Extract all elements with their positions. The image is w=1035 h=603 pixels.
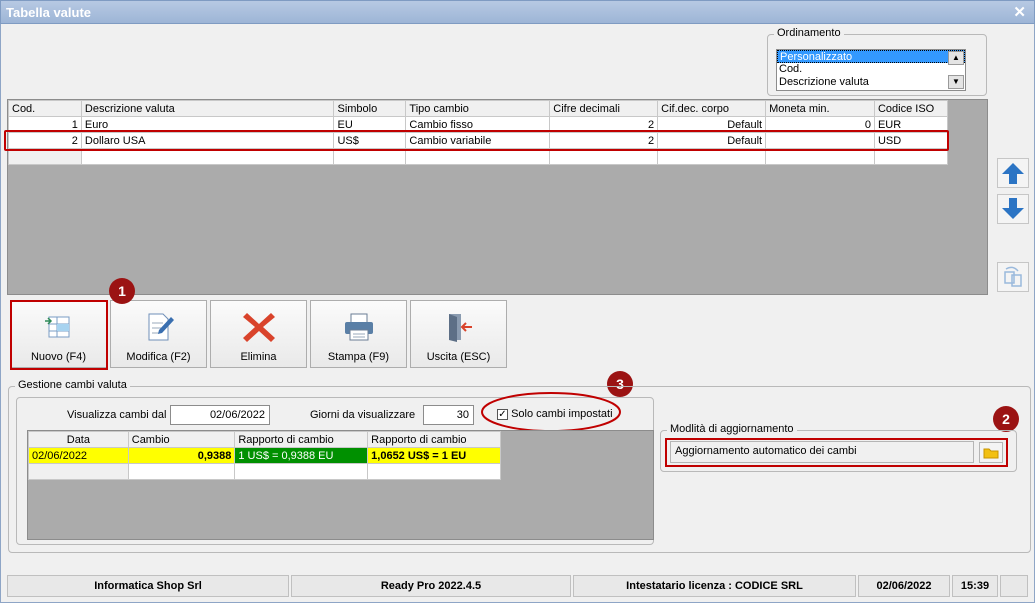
move-down-button[interactable]	[997, 194, 1029, 224]
only-set-highlight-ellipse	[481, 392, 621, 432]
ordering-option-descrizione[interactable]: Descrizione valuta	[777, 76, 965, 89]
selected-row-highlight	[4, 130, 949, 151]
new-button-highlight	[10, 300, 108, 370]
rates-col-rapporto-2[interactable]: Rapporto di cambio	[367, 431, 501, 448]
update-mode-highlight	[665, 438, 1008, 467]
table-header-row: Cod. Descrizione valuta Simbolo Tipo cam…	[8, 100, 949, 117]
scroll-up-icon[interactable]: ▲	[948, 51, 964, 65]
col-header-tipo-cambio[interactable]: Tipo cambio	[405, 100, 551, 117]
ordering-group: Ordinamento Personalizzato Cod. Descrizi…	[767, 27, 987, 96]
rate-cell-rapporto-2: 1,0652 US$ = 1 EU	[367, 447, 501, 464]
rates-header-row: Data Cambio Rapporto di cambio Rapporto …	[28, 431, 501, 448]
rates-col-data[interactable]: Data	[28, 431, 129, 448]
status-time: 15:39	[952, 575, 998, 597]
ordering-option-cod[interactable]: Cod.	[777, 63, 965, 76]
delete-button-label: Elimina	[240, 351, 277, 363]
days-input[interactable]	[423, 405, 474, 425]
table-row[interactable]: 02/06/2022 0,9388 1 US$ = 0,9388 EU 1,06…	[28, 447, 501, 464]
window-titlebar: Tabella valute ✕	[0, 0, 1035, 24]
resize-grip-icon[interactable]	[1000, 575, 1028, 597]
date-from-label: Visualizza cambi dal	[67, 409, 167, 421]
rates-grid[interactable]: Data Cambio Rapporto di cambio Rapporto …	[27, 430, 654, 540]
status-date: 02/06/2022	[858, 575, 950, 597]
rate-cell-data: 02/06/2022	[28, 447, 129, 464]
rates-table: Data Cambio Rapporto di cambio Rapporto …	[28, 431, 501, 480]
rate-cell-cambio: 0,9388	[127, 447, 236, 464]
print-button[interactable]: Stampa (F9)	[310, 300, 407, 368]
rate-cell-rapporto-1: 1 US$ = 0,9388 EU	[234, 447, 369, 464]
col-header-simbolo[interactable]: Simbolo	[333, 100, 407, 117]
exit-button[interactable]: Uscita (ESC)	[410, 300, 507, 368]
rates-col-rapporto-1[interactable]: Rapporto di cambio	[234, 431, 369, 448]
move-up-button[interactable]	[997, 158, 1029, 188]
close-icon[interactable]: ✕	[1013, 3, 1026, 21]
currency-grid[interactable]: Cod. Descrizione valuta Simbolo Tipo cam…	[7, 99, 988, 295]
col-header-cod[interactable]: Cod.	[8, 100, 82, 117]
exit-button-label: Uscita (ESC)	[426, 351, 491, 363]
window-title: Tabella valute	[6, 5, 92, 20]
annotation-badge-1: 1	[109, 278, 135, 304]
col-header-moneta-min[interactable]: Moneta min.	[765, 100, 875, 117]
exchange-management-legend: Gestione cambi valuta	[15, 379, 130, 391]
rates-col-cambio[interactable]: Cambio	[127, 431, 236, 448]
update-mode-legend: Modlità di aggiornamento	[667, 423, 797, 435]
edit-document-icon	[148, 313, 174, 341]
status-version: Ready Pro 2022.4.5	[291, 575, 571, 597]
ordering-listbox[interactable]: Personalizzato Cod. Descrizione valuta ▲…	[776, 49, 966, 91]
col-header-cif-dec-corpo[interactable]: Cif.dec. corpo	[657, 100, 767, 117]
delete-x-icon	[243, 313, 275, 342]
table-row-empty[interactable]	[28, 463, 501, 480]
status-license: Intestatario licenza : CODICE SRL	[573, 575, 856, 597]
sync-icon	[1004, 266, 1022, 287]
arrow-down-icon	[1002, 198, 1024, 219]
days-label: Giorni da visualizzare	[310, 409, 416, 421]
exit-door-icon	[449, 314, 472, 342]
ordering-option-personalizzato[interactable]: Personalizzato	[777, 50, 965, 63]
arrow-up-icon	[1002, 163, 1024, 184]
edit-button-label: Modifica (F2)	[126, 351, 191, 363]
print-button-label: Stampa (F9)	[327, 351, 390, 363]
scroll-down-icon[interactable]: ▼	[948, 75, 964, 89]
col-header-descrizione[interactable]: Descrizione valuta	[80, 100, 335, 117]
col-header-codice-iso[interactable]: Codice ISO	[873, 100, 949, 117]
delete-button[interactable]: Elimina	[210, 300, 307, 368]
edit-button[interactable]: Modifica (F2)	[110, 300, 207, 368]
col-header-cifre-decimali[interactable]: Cifre decimali	[549, 100, 659, 117]
ordering-legend: Ordinamento	[774, 27, 844, 39]
printer-icon	[345, 313, 373, 341]
sync-button[interactable]	[997, 262, 1029, 292]
date-from-input[interactable]	[170, 405, 270, 425]
status-company: Informatica Shop Srl	[7, 575, 289, 597]
